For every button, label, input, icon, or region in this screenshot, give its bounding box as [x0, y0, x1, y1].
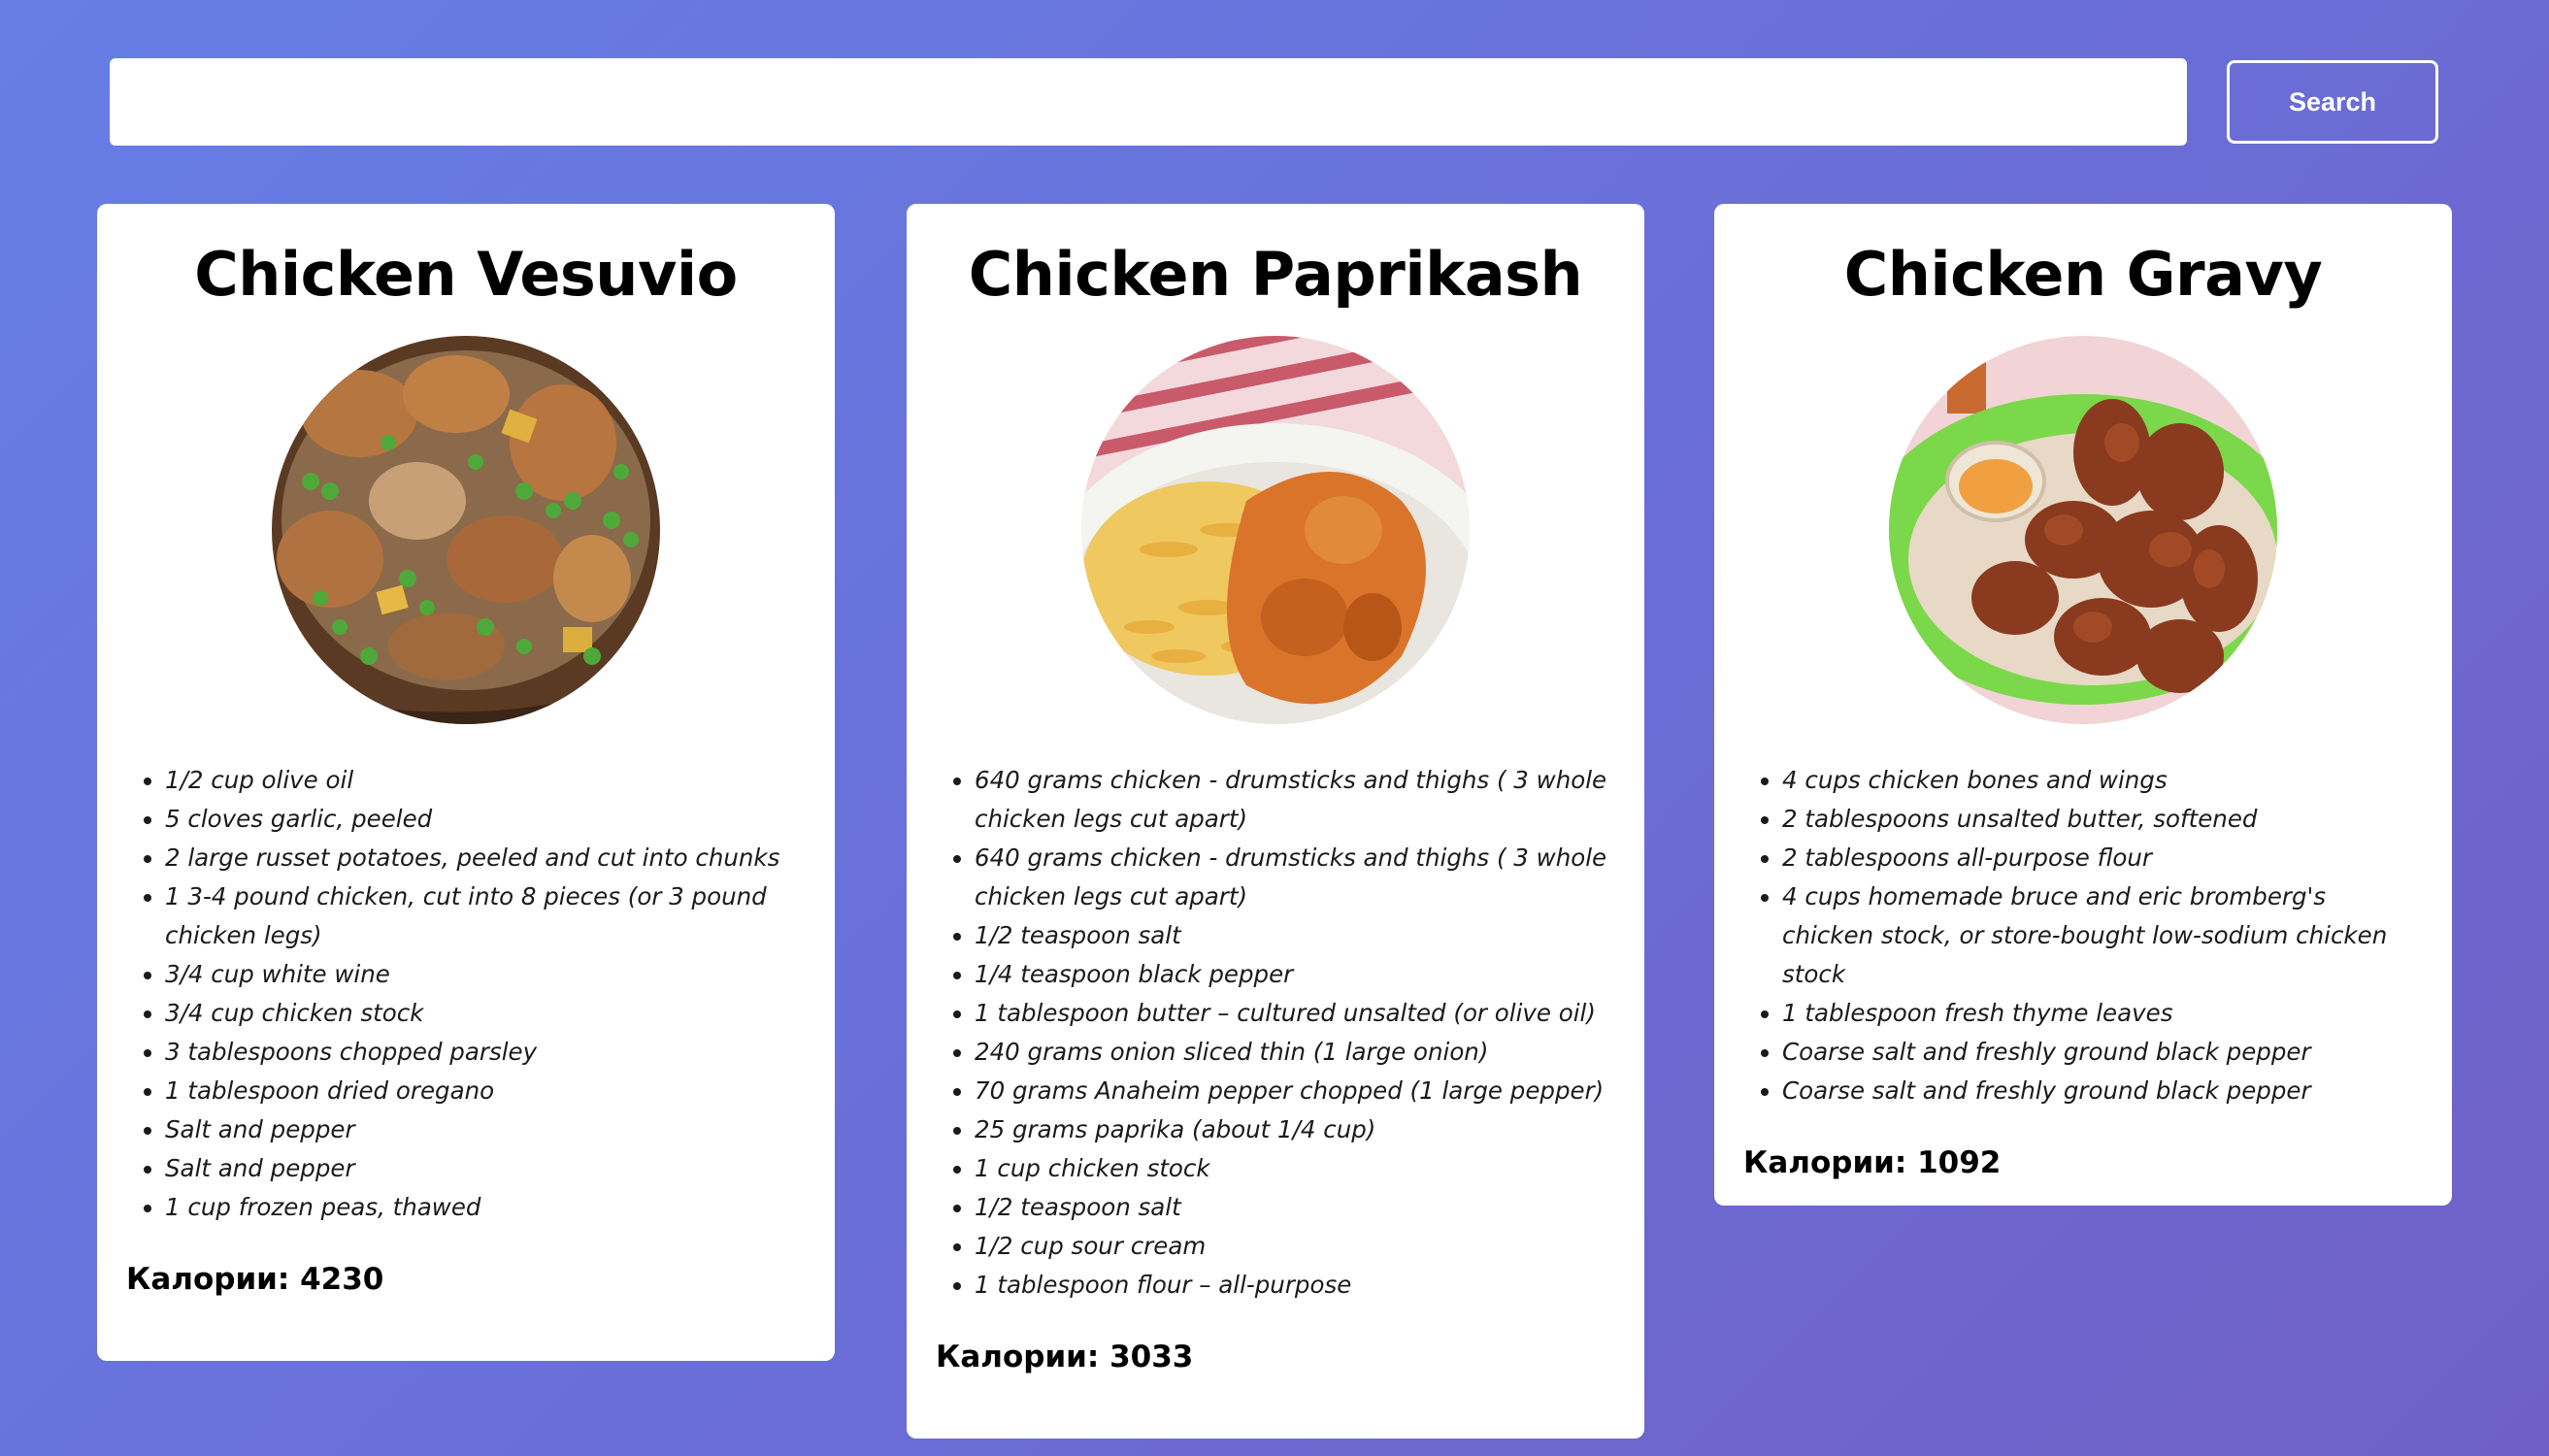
ingredient-item: 240 grams onion sliced thin (1 large oni… — [975, 1033, 1615, 1072]
ingredient-item: 1/4 teaspoon black pepper — [975, 955, 1615, 994]
ingredient-item: 1 cup frozen peas, thawed — [165, 1188, 806, 1227]
search-button[interactable]: Search — [2227, 60, 2438, 144]
ingredient-item: 1/2 teaspoon salt — [975, 916, 1615, 955]
calories-value: Калории: 3033 — [936, 1340, 1194, 1375]
ingredient-item: 1/2 cup olive oil — [165, 761, 806, 800]
recipe-card: Chicken Gravy • 4 cups chicken bones and… — [1714, 204, 2452, 1206]
ingredient-item: 3 tablespoons chopped parsley — [165, 1033, 806, 1072]
ingredient-item: 1/2 cup sour cream — [975, 1227, 1615, 1266]
ingredient-item: Coarse salt and freshly ground black pep… — [1782, 1072, 2423, 1110]
recipe-title: Chicken Vesuvio — [194, 239, 738, 310]
recipe-card: Chicken Vesuvio • 1/2 cup olive oil • 5 … — [97, 204, 835, 1361]
ingredient-item: 1 tablespoon butter – cultured unsalted … — [975, 994, 1615, 1033]
ingredient-item: 640 grams chicken - drumsticks and thigh… — [975, 839, 1615, 916]
chicken-paprikash-image — [1081, 336, 1470, 725]
ingredient-item: 1/2 teaspoon salt — [975, 1188, 1615, 1227]
ingredient-item: 1 tablespoon flour – all-purpose — [975, 1266, 1615, 1305]
ingredient-list: 4 cups chicken bones and wings 2 tablesp… — [1743, 761, 2423, 1110]
recipe-title: Chicken Paprikash — [968, 239, 1583, 310]
ingredient-item: 640 grams chicken - drumsticks and thigh… — [975, 761, 1615, 839]
ingredient-item: 1 3-4 pound chicken, cut into 8 pieces (… — [165, 877, 806, 955]
ingredient-list: 640 grams chicken - drumsticks and thigh… — [936, 761, 1615, 1305]
calories-value: Калории: 4230 — [126, 1262, 384, 1298]
ingredient-item: 1 tablespoon dried oregano — [165, 1072, 806, 1110]
recipe-title: Chicken Gravy — [1843, 239, 2323, 310]
ingredient-item: 2 large russet potatoes, peeled and cut … — [165, 839, 806, 877]
ingredient-item: 2 tablespoons all-purpose flour — [1782, 839, 2423, 877]
recipe-card: Chicken Paprikash 640 grams chicken - d — [907, 204, 1644, 1439]
ingredient-item: 4 cups homemade bruce and eric bromberg'… — [1782, 877, 2423, 994]
ingredient-item: 1 tablespoon fresh thyme leaves — [1782, 994, 2423, 1033]
ingredient-item: 2 tablespoons unsalted butter, softened — [1782, 800, 2423, 839]
ingredient-item: Salt and pepper — [165, 1149, 806, 1188]
ingredient-item: 70 grams Anaheim pepper chopped (1 large… — [975, 1072, 1615, 1110]
search-input[interactable] — [110, 58, 2187, 146]
ingredient-item: 3/4 cup chicken stock — [165, 994, 806, 1033]
ingredient-item: 5 cloves garlic, peeled — [165, 800, 806, 839]
calories-value: Калории: 1092 — [1743, 1145, 2002, 1181]
ingredient-item: Coarse salt and freshly ground black pep… — [1782, 1033, 2423, 1072]
chicken-vesuvio-image — [272, 336, 660, 725]
ingredient-item: 3/4 cup white wine — [165, 955, 806, 994]
ingredient-item: 25 grams paprika (about 1/4 cup) — [975, 1110, 1615, 1149]
ingredient-item: Salt and pepper — [165, 1110, 806, 1149]
ingredient-item: 4 cups chicken bones and wings — [1782, 761, 2423, 800]
ingredient-item: 1 cup chicken stock — [975, 1149, 1615, 1188]
chicken-gravy-image — [1889, 336, 2277, 725]
ingredient-list: 1/2 cup olive oil 5 cloves garlic, peele… — [126, 761, 806, 1227]
